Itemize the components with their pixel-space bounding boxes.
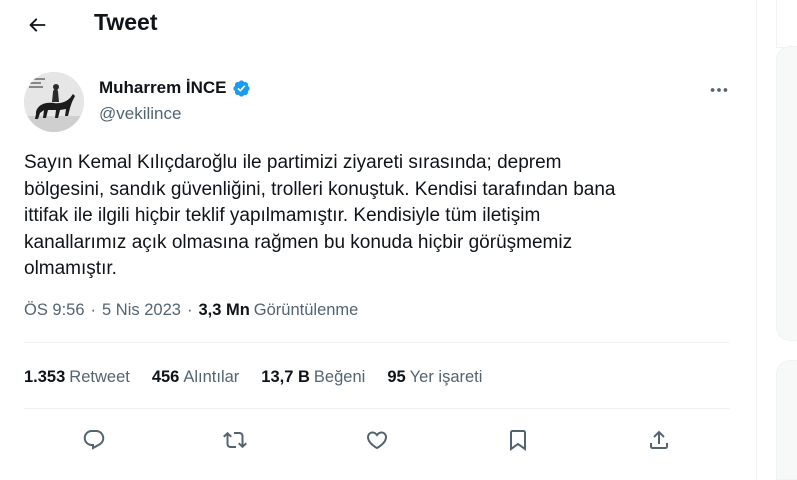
tweet-date[interactable]: 5 Nis 2023 xyxy=(102,301,181,320)
profile-photo-horseback-icon xyxy=(24,72,84,132)
more-options-button[interactable] xyxy=(704,80,734,100)
right-sidebar xyxy=(776,0,797,480)
meta-separator: · xyxy=(186,300,193,319)
reply-icon xyxy=(83,430,105,450)
author-name: Muharrem İNCE xyxy=(99,78,227,97)
stat-count: 13,7 B xyxy=(261,367,310,386)
main-column: Tweet Muharrem İNCE @vekilince Sayın Kem… xyxy=(0,0,757,480)
like-icon xyxy=(366,431,388,450)
meta-separator: · xyxy=(90,300,97,319)
author-name-link[interactable]: Muharrem İNCE xyxy=(99,78,251,98)
stat-count: 1.353 xyxy=(24,367,66,386)
share-icon xyxy=(650,430,668,449)
tweet-author: Muharrem İNCE @vekilince xyxy=(24,72,734,134)
tweet-time[interactable]: ÖS 9:56 xyxy=(24,301,85,320)
more-horizontal-icon xyxy=(710,88,728,92)
views-label: Görüntülenme xyxy=(253,300,359,319)
bookmark-button[interactable] xyxy=(498,420,538,460)
arrow-left-icon xyxy=(29,18,46,32)
share-button[interactable] xyxy=(639,420,679,460)
tweet-text: Sayın Kemal Kılıçdaroğlu ile partimizi z… xyxy=(24,152,616,279)
stat-bookmarks[interactable]: 95 Yer işareti xyxy=(387,368,482,387)
author-handle[interactable]: @vekilince xyxy=(99,104,181,124)
stat-label: Alıntılar xyxy=(183,367,240,386)
retweet-icon xyxy=(223,431,247,449)
verified-badge-icon xyxy=(232,79,250,97)
tweet-meta: ÖS 9:56 · 5 Nis 2023 · 3,3 Mn Görüntülen… xyxy=(24,298,358,322)
stat-likes[interactable]: 13,7 B Beğeni xyxy=(261,368,365,387)
page-title: Tweet xyxy=(94,9,158,35)
tweet-stats: 1.353 Retweet 456 Alıntılar 13,7 B Beğen… xyxy=(24,365,504,389)
views-count: 3,3 Mn xyxy=(198,300,250,319)
tweet-actions xyxy=(24,420,730,460)
sidebar-card xyxy=(776,46,797,341)
sidebar-search-area xyxy=(776,0,797,48)
divider xyxy=(24,408,730,409)
stat-quotes[interactable]: 456 Alıntılar xyxy=(152,368,239,387)
reply-button[interactable] xyxy=(74,420,114,460)
page-header: Tweet xyxy=(0,0,757,50)
retweet-button[interactable] xyxy=(215,420,255,460)
avatar[interactable] xyxy=(24,72,84,132)
stat-label: Retweet xyxy=(69,367,130,386)
stat-retweets[interactable]: 1.353 Retweet xyxy=(24,368,130,387)
divider xyxy=(24,342,730,343)
sidebar-card xyxy=(776,360,797,480)
like-button[interactable] xyxy=(357,420,397,460)
stat-count: 95 xyxy=(387,367,406,386)
back-button[interactable] xyxy=(22,10,52,40)
stat-label: Beğeni xyxy=(313,367,366,386)
bookmark-icon xyxy=(510,430,526,451)
stat-count: 456 xyxy=(151,367,180,386)
stat-label: Yer işareti xyxy=(409,367,483,386)
